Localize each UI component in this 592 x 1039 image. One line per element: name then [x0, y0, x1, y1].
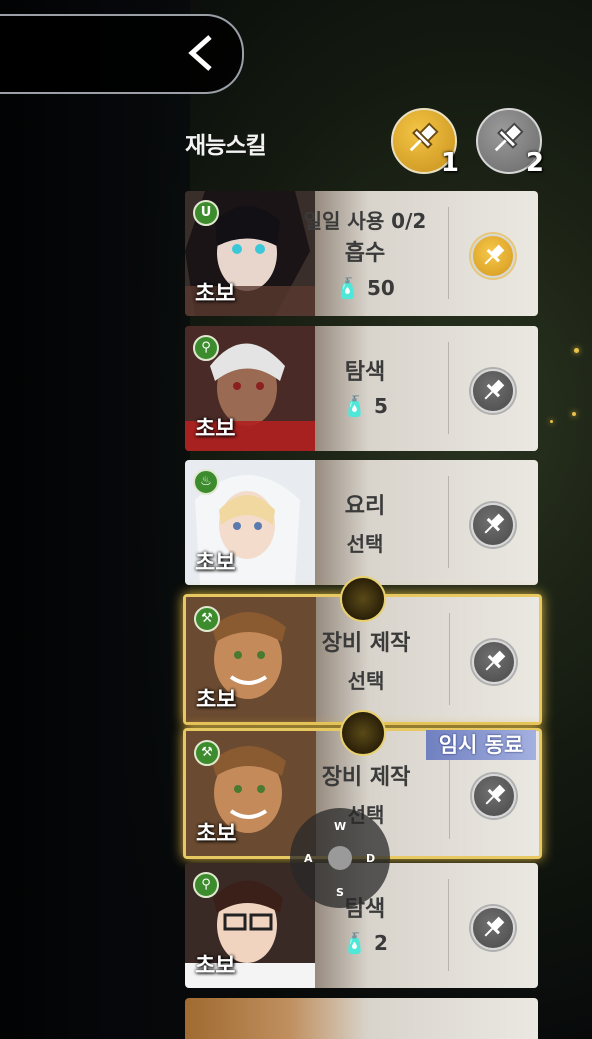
key-w: W [334, 820, 347, 833]
skill-level: 초보 [195, 551, 236, 576]
divider [448, 342, 449, 434]
pin-slot-1-button[interactable]: 1 [391, 108, 459, 178]
pin-icon [484, 379, 505, 400]
daily-usage: 일일 사용 0/2 [303, 209, 427, 233]
skill-name: 탐색 [344, 360, 386, 385]
skill-card[interactable]: ♨ 초보 요리 선택 [185, 460, 538, 585]
skill-option: 선택 [346, 532, 384, 556]
skill-name: 요리 [344, 494, 386, 519]
potion-icon: 🧴 [342, 394, 367, 418]
pin-slot-2-button[interactable]: 2 [476, 108, 544, 178]
potion-icon: 🧴 [342, 931, 367, 955]
magnifier-icon: ⚲ [193, 335, 219, 361]
skill-card[interactable]: U 초보 일일 사용 0/2 흡수 🧴 50 [185, 191, 538, 316]
magnifier-icon: ⚲ [193, 872, 219, 898]
magnet-icon: U [193, 200, 219, 226]
skill-cost: 🧴 5 [342, 394, 388, 418]
pin-button[interactable] [471, 503, 515, 547]
slot-number: 2 [525, 148, 544, 178]
page-title: 재능스킬 [185, 133, 267, 159]
firefly [550, 420, 553, 423]
link-gem-icon [340, 576, 386, 622]
hammer-icon: ⚒ [194, 606, 220, 632]
skill-cost: 🧴 50 [335, 276, 395, 300]
skill-option: 선택 [347, 669, 385, 693]
potion-icon: 🧴 [335, 276, 361, 300]
pin-button[interactable] [471, 906, 515, 950]
firefly [572, 412, 576, 416]
key-d: D [366, 852, 376, 865]
slot-number: 1 [440, 148, 459, 178]
back-arrow-icon[interactable] [186, 34, 216, 72]
divider [448, 207, 449, 299]
pin-button[interactable] [471, 369, 515, 413]
wasd-joystick[interactable]: W A D S [290, 808, 390, 908]
divider [448, 476, 449, 568]
link-gem-icon [340, 710, 386, 756]
hammer-icon: ⚒ [194, 740, 220, 766]
skill-name: 장비 제작 [321, 765, 411, 790]
skill-name: 흡수 [344, 241, 386, 266]
joystick-center [328, 846, 352, 870]
key-a: A [304, 852, 313, 865]
temporary-companion-badge: 임시 동료 [426, 730, 536, 760]
pin-icon [484, 916, 505, 937]
divider [448, 879, 449, 971]
skill-cost: 🧴 2 [342, 931, 388, 955]
pin-icon [485, 784, 506, 805]
key-s: S [336, 886, 344, 899]
skill-name: 장비 제작 [321, 631, 411, 656]
pin-button[interactable] [472, 774, 516, 818]
firefly [574, 348, 579, 353]
pin-icon [485, 650, 506, 671]
skill-level: 초보 [195, 417, 236, 442]
skill-level: 초보 [196, 822, 237, 847]
skill-level: 초보 [196, 688, 237, 713]
pin-button[interactable] [471, 234, 515, 278]
skill-level: 초보 [195, 282, 236, 307]
background-dark-panel [0, 0, 190, 1039]
divider [449, 747, 450, 839]
pin-icon [484, 513, 505, 534]
pin-button[interactable] [472, 640, 516, 684]
skill-card[interactable]: ⚲ 초보 탐색 🧴 5 [185, 326, 538, 451]
divider [449, 613, 450, 705]
chef-hat-icon: ♨ [193, 469, 219, 495]
pin-icon [484, 244, 505, 265]
skill-card-partial[interactable] [185, 998, 538, 1039]
skill-level: 초보 [195, 954, 236, 979]
